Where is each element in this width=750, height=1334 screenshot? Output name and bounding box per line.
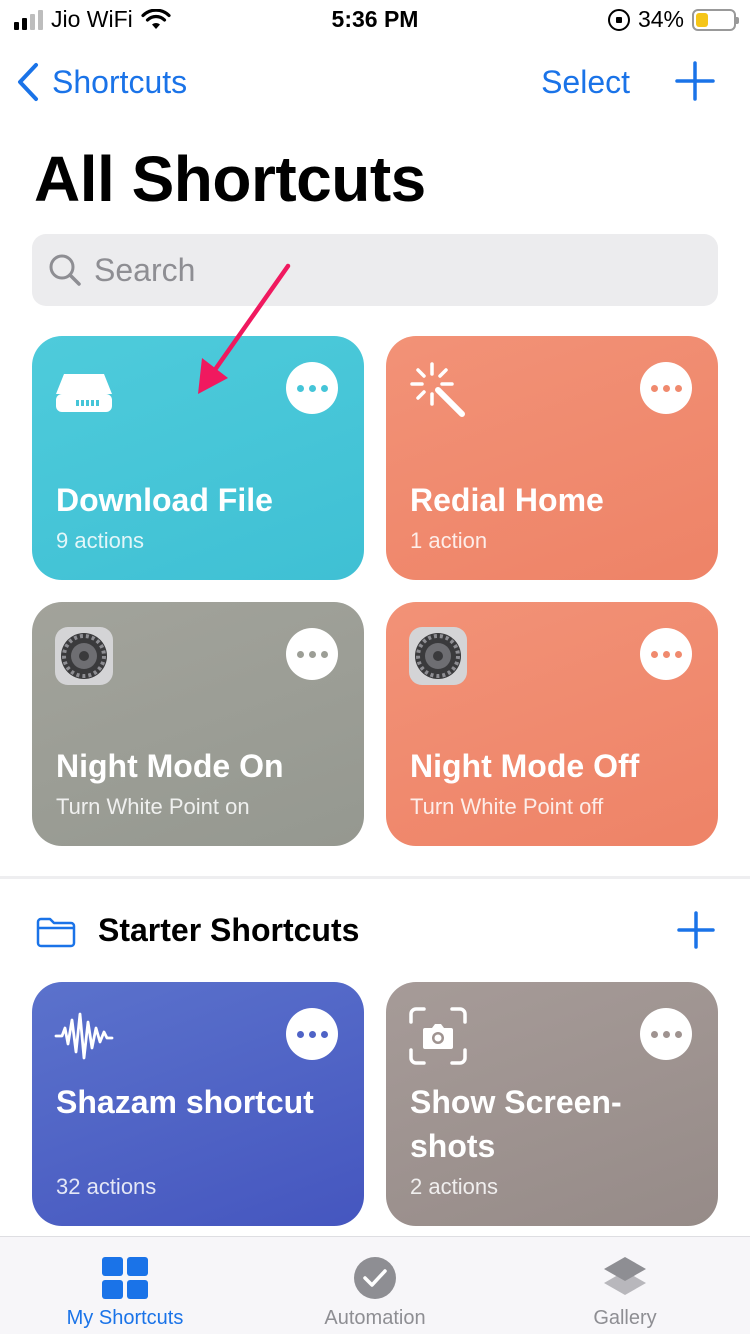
shortcut-title: Download File bbox=[56, 482, 273, 518]
starter-section-header: Starter Shortcuts bbox=[34, 900, 724, 964]
status-bar: Jio WiFi 5:36 PM 34% bbox=[0, 0, 750, 40]
search-input[interactable]: Search bbox=[32, 234, 718, 306]
tab-label: Gallery bbox=[593, 1307, 657, 1329]
tab-label: Automation bbox=[324, 1307, 426, 1329]
tab-bar: My Shortcuts Automation Gallery bbox=[0, 1236, 750, 1334]
shortcut-card-show-screenshots[interactable]: Show Screen-shots 2 actions bbox=[386, 982, 718, 1226]
more-options-button[interactable] bbox=[286, 1008, 338, 1060]
shortcut-card-shazam[interactable]: Shazam shortcut 32 actions bbox=[32, 982, 364, 1226]
back-button[interactable]: Shortcuts bbox=[16, 62, 187, 102]
shortcut-subtitle: Turn White Point off bbox=[410, 794, 604, 819]
shortcut-card-night-mode-off[interactable]: Night Mode Off Turn White Point off bbox=[386, 602, 718, 846]
shortcut-title: Show Screen-shots bbox=[410, 1084, 622, 1164]
shortcut-card-download-file[interactable]: Download File 9 actions bbox=[32, 336, 364, 580]
shortcut-title: Redial Home bbox=[410, 482, 604, 518]
drive-icon bbox=[56, 374, 112, 412]
select-button[interactable]: Select bbox=[541, 64, 630, 101]
settings-gear-icon bbox=[55, 627, 113, 685]
orientation-lock-icon bbox=[607, 8, 630, 31]
page-title: All Shortcuts bbox=[34, 143, 426, 215]
grid-icon bbox=[102, 1257, 148, 1299]
shortcut-subtitle: 2 actions bbox=[410, 1174, 499, 1199]
tab-label: My Shortcuts bbox=[66, 1307, 184, 1329]
tab-my-shortcuts[interactable]: My Shortcuts bbox=[0, 1237, 250, 1334]
search-placeholder: Search bbox=[94, 251, 196, 288]
shortcut-subtitle: 32 actions bbox=[56, 1174, 157, 1199]
status-right: 34% bbox=[607, 6, 739, 33]
waveform-icon bbox=[54, 1012, 114, 1060]
shortcut-card-night-mode-on[interactable]: Night Mode On Turn White Point on bbox=[32, 602, 364, 846]
settings-gear-icon bbox=[409, 627, 467, 685]
more-options-button[interactable] bbox=[286, 362, 338, 414]
back-label: Shortcuts bbox=[52, 63, 188, 100]
more-options-button[interactable] bbox=[640, 628, 692, 680]
tab-automation[interactable]: Automation bbox=[250, 1237, 500, 1334]
nav-bar: Shortcuts Select bbox=[0, 52, 750, 116]
section-title: Starter Shortcuts bbox=[98, 912, 360, 948]
shortcut-subtitle: 9 actions bbox=[56, 528, 145, 553]
more-options-button[interactable] bbox=[286, 628, 338, 680]
shortcut-title: Night Mode On bbox=[56, 748, 284, 784]
shortcut-subtitle: Turn White Point on bbox=[56, 794, 250, 819]
shortcut-card-redial-home[interactable]: Redial Home 1 action bbox=[386, 336, 718, 580]
checkmark-clock-icon bbox=[354, 1257, 396, 1299]
battery-icon bbox=[692, 8, 739, 31]
shortcut-title: Shazam shortcut bbox=[56, 1084, 314, 1120]
chevron-left-icon bbox=[18, 63, 38, 101]
add-starter-button[interactable] bbox=[676, 910, 716, 950]
shortcut-title: Night Mode Off bbox=[410, 748, 640, 784]
add-shortcut-button[interactable] bbox=[674, 60, 716, 102]
shortcut-subtitle: 1 action bbox=[410, 528, 488, 553]
tab-gallery[interactable]: Gallery bbox=[500, 1237, 750, 1334]
section-divider bbox=[0, 876, 750, 879]
folder-icon bbox=[36, 917, 76, 948]
magic-wand-icon bbox=[410, 362, 465, 417]
battery-percent: 34% bbox=[637, 6, 684, 32]
more-options-button[interactable] bbox=[640, 362, 692, 414]
more-options-button[interactable] bbox=[640, 1008, 692, 1060]
layers-icon bbox=[604, 1257, 646, 1295]
screenshot-camera-icon bbox=[409, 1007, 467, 1065]
search-icon bbox=[49, 254, 81, 286]
